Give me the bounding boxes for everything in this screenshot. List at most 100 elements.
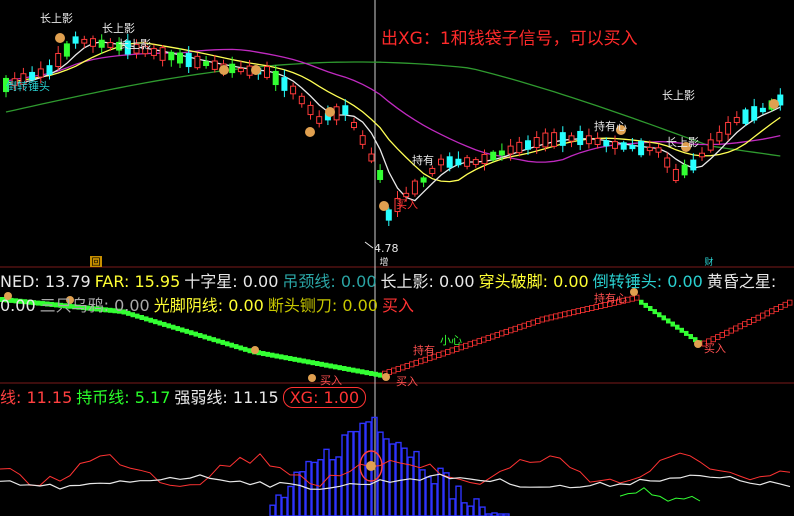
candle-body xyxy=(63,43,70,57)
indicator1-step xyxy=(580,307,586,314)
candle-body xyxy=(699,152,705,158)
indicator1-step xyxy=(175,326,180,332)
candle-body xyxy=(307,104,314,116)
indicator1-step xyxy=(485,335,491,341)
candle-body xyxy=(98,39,105,48)
indicator1-step xyxy=(445,349,451,355)
indicator1-step xyxy=(643,302,648,308)
histogram-bar xyxy=(413,450,420,516)
ma-price-line xyxy=(5,41,781,202)
indicator1-step xyxy=(283,355,288,361)
indicator1-step xyxy=(742,321,748,328)
indicator1-step xyxy=(760,312,766,319)
candle-body xyxy=(298,95,305,105)
indicator1-step xyxy=(634,294,640,301)
candle-body xyxy=(585,135,592,145)
indicator1-step xyxy=(566,310,572,317)
indicator1-step xyxy=(413,359,419,366)
indicator1-step xyxy=(733,325,739,332)
signal-marker-icon xyxy=(694,340,702,348)
indicator1-step xyxy=(657,312,662,318)
indicator1-step xyxy=(315,361,320,366)
indicator1-step xyxy=(144,316,149,322)
indicator1-step xyxy=(530,319,536,326)
indicator1-step xyxy=(571,309,577,316)
histogram-bar xyxy=(383,438,390,516)
candle-body xyxy=(507,145,514,155)
histogram-bar xyxy=(389,443,396,516)
axis-tag-1: 回 xyxy=(90,256,102,268)
indicator1-step xyxy=(373,371,378,377)
buy-label-ind1-c: 买入 xyxy=(704,342,726,355)
indicator1-step xyxy=(436,352,442,358)
indicator1-step xyxy=(449,347,455,354)
indicator1-step xyxy=(207,335,212,341)
indicator1-step xyxy=(139,315,144,320)
indicator1-step xyxy=(715,334,721,340)
histogram-bar xyxy=(281,496,288,516)
signal-marker-icon xyxy=(251,65,261,75)
hold-coin-line xyxy=(619,487,701,502)
indicator1-step xyxy=(499,330,505,337)
candle-body xyxy=(237,67,244,73)
indicator1-step xyxy=(535,318,541,324)
indicator1-step xyxy=(728,327,734,334)
indicator1-step xyxy=(184,328,189,334)
hold-label-main: 持有 xyxy=(412,154,434,167)
indicator1-step xyxy=(661,315,666,321)
indicator1-step xyxy=(369,370,374,376)
indicator1-step xyxy=(494,332,500,338)
histogram-bar xyxy=(455,485,462,516)
candle-body xyxy=(472,159,479,165)
indicator1-step xyxy=(503,328,509,335)
indicator1-step xyxy=(166,323,171,329)
indicator1-step xyxy=(261,351,266,357)
candle-body xyxy=(464,157,471,167)
indicator1-item: 断头铡刀: 0.00 xyxy=(267,296,378,315)
indicator1-step xyxy=(629,295,635,302)
indicator1-step xyxy=(463,342,469,349)
indicator1-step xyxy=(306,359,311,365)
indicator1-step xyxy=(202,334,207,340)
indicator1-step xyxy=(746,319,752,325)
indicator1-step xyxy=(148,317,153,323)
indicator1-step xyxy=(589,305,595,311)
candle-body xyxy=(559,132,566,146)
candle-body xyxy=(707,139,714,151)
candle-body xyxy=(751,106,758,121)
indicator1-step xyxy=(211,337,216,343)
histogram-bar xyxy=(347,430,354,516)
indicator1-item: 三只乌鸦: 0.00 xyxy=(39,296,150,315)
histogram-bar xyxy=(473,498,480,516)
candle-body xyxy=(672,168,679,182)
candle-body xyxy=(455,158,462,166)
candle-body xyxy=(290,85,297,95)
axis-tag-3: 财 xyxy=(704,258,714,268)
indicator1-step xyxy=(575,308,581,315)
indicator1-step xyxy=(220,339,225,345)
candle-body xyxy=(568,135,575,142)
candle-body xyxy=(733,116,740,124)
indicator1-step xyxy=(157,320,162,326)
hold-heart-label-main: 持有心 xyxy=(594,120,627,133)
candle-body xyxy=(498,150,505,156)
candle-body xyxy=(159,47,166,61)
indicator1-step xyxy=(512,325,518,332)
candle-body xyxy=(438,158,444,166)
signal-marker-icon xyxy=(305,127,315,137)
indicator1-step xyxy=(391,367,397,374)
indicator1-step xyxy=(737,323,743,330)
buy-label-main: 买入 xyxy=(396,198,418,211)
candle-body xyxy=(351,121,357,129)
indicator1-step xyxy=(292,356,297,362)
indicator1-step xyxy=(548,314,554,321)
candle-body xyxy=(55,52,62,68)
indicator1-item: 穿头破脚: 0.00 xyxy=(478,272,589,291)
candle-body xyxy=(272,70,279,86)
candle-body xyxy=(629,144,636,150)
indicator1-step xyxy=(773,306,779,312)
hammer-label: 倒转锤头 xyxy=(6,80,50,93)
signal-marker-icon xyxy=(325,107,335,117)
indicator1-step xyxy=(679,327,684,333)
annotation-text: 出XG：1和钱袋子信号，可以买入 xyxy=(381,29,638,49)
